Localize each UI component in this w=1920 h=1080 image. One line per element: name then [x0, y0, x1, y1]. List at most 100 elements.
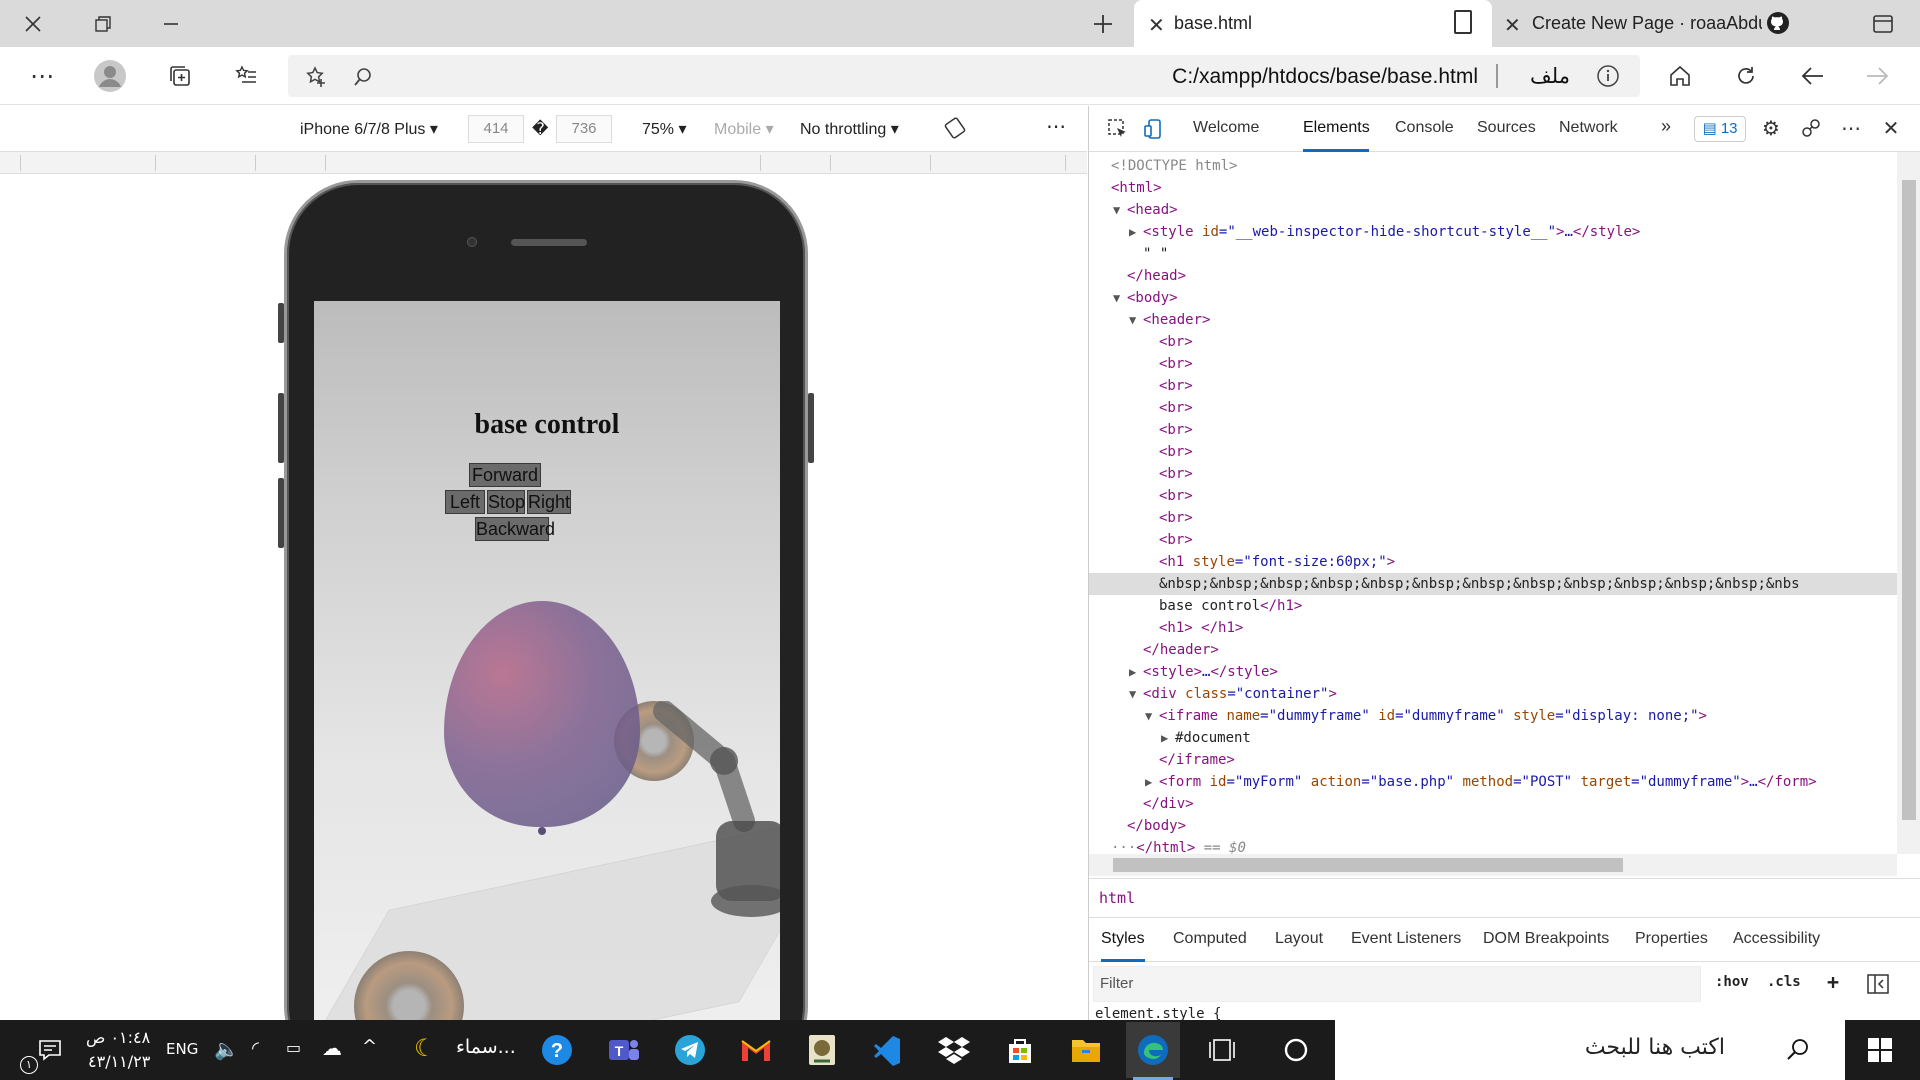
- home-icon[interactable]: [1660, 56, 1700, 96]
- expand-node-icon[interactable]: ▶: [1145, 771, 1152, 793]
- expand-node-icon[interactable]: ▶: [1129, 661, 1136, 683]
- more-tabs-icon[interactable]: »: [1661, 116, 1671, 137]
- close-window-icon[interactable]: [10, 0, 56, 47]
- toggle-sidebar-icon[interactable]: [1867, 974, 1889, 994]
- stop-button[interactable]: Stop: [487, 490, 525, 514]
- tab-properties[interactable]: Properties: [1635, 930, 1708, 948]
- tab-create-new-page[interactable]: ✕ Create New Page · roaaAbdullah: [1496, 0, 1796, 47]
- height-input[interactable]: 736: [556, 115, 612, 143]
- tab-network[interactable]: Network: [1559, 119, 1618, 137]
- cortana-icon[interactable]: [1276, 1030, 1316, 1070]
- onedrive-icon[interactable]: ☁: [322, 1036, 342, 1060]
- search-page-icon[interactable]: [352, 66, 374, 88]
- weather-label[interactable]: سماء...: [456, 1036, 516, 1058]
- collapse-node-icon[interactable]: ▼: [1145, 705, 1152, 727]
- taskbar-search-box[interactable]: اكتب هنا للبحث: [1335, 1020, 1845, 1080]
- file-explorer-icon[interactable]: [1066, 1030, 1106, 1070]
- tab-dom-breakpoints[interactable]: DOM Breakpoints: [1483, 930, 1609, 948]
- connect-device-icon[interactable]: [1799, 116, 1823, 140]
- help-app-icon[interactable]: ?: [537, 1030, 577, 1070]
- clock-date[interactable]: ٤٣/١١/٢٣: [88, 1052, 150, 1071]
- tab-layout[interactable]: Layout: [1275, 930, 1323, 948]
- close-devtools-icon[interactable]: ✕: [1879, 116, 1903, 140]
- more-options-icon[interactable]: ⋯: [22, 56, 62, 96]
- collections-icon[interactable]: [160, 56, 200, 96]
- tab-elements[interactable]: Elements: [1303, 119, 1370, 137]
- profile-avatar-icon[interactable]: [90, 56, 130, 96]
- battery-icon[interactable]: ▭: [286, 1038, 301, 1057]
- collapse-node-icon[interactable]: ▼: [1113, 199, 1120, 221]
- settings-gear-icon[interactable]: ⚙: [1759, 116, 1783, 140]
- devtools-more-icon[interactable]: ⋯: [1839, 116, 1863, 140]
- tab-console[interactable]: Console: [1395, 119, 1454, 137]
- inspect-element-icon[interactable]: [1107, 118, 1129, 140]
- device-select[interactable]: iPhone 6/7/8 Plus ▾: [300, 119, 438, 139]
- forward-icon[interactable]: [1858, 56, 1898, 96]
- right-button[interactable]: Right: [527, 490, 571, 514]
- restore-window-icon[interactable]: [80, 0, 126, 47]
- issues-badge[interactable]: ▤ 13: [1694, 116, 1746, 142]
- collapse-node-icon[interactable]: ▼: [1129, 683, 1136, 705]
- styles-filter-input[interactable]: Filter: [1093, 966, 1701, 1002]
- tab-base-html[interactable]: ✕ base.html: [1134, 0, 1492, 47]
- close-tab-icon[interactable]: ✕: [1504, 13, 1521, 38]
- tab-computed[interactable]: Computed: [1173, 930, 1247, 948]
- volume-icon[interactable]: 🔈: [214, 1037, 239, 1061]
- site-info-icon[interactable]: [1596, 64, 1620, 88]
- tab-event-listeners[interactable]: Event Listeners: [1351, 930, 1461, 948]
- show-hidden-icons-chevron-icon[interactable]: ^: [362, 1036, 377, 1057]
- new-tab-icon[interactable]: [1080, 0, 1126, 47]
- dom-horizontal-scrollbar[interactable]: [1089, 854, 1897, 876]
- microsoft-store-icon[interactable]: [1000, 1030, 1040, 1070]
- windows-start-icon[interactable]: [1860, 1030, 1900, 1070]
- device-type-select[interactable]: Mobile ▾: [714, 119, 774, 139]
- device-more-icon[interactable]: ⋯: [1046, 114, 1066, 139]
- tab-styles[interactable]: Styles: [1101, 930, 1145, 948]
- minimize-window-icon[interactable]: [148, 0, 194, 47]
- collapse-node-icon[interactable]: ▼: [1113, 287, 1120, 309]
- back-icon[interactable]: [1792, 56, 1832, 96]
- refresh-icon[interactable]: [1726, 56, 1766, 96]
- expand-node-icon[interactable]: ▶: [1161, 727, 1168, 749]
- scroll-thumb[interactable]: [1902, 180, 1916, 820]
- tab-welcome[interactable]: Welcome: [1193, 119, 1259, 137]
- teams-icon[interactable]: T: [604, 1030, 644, 1070]
- left-button[interactable]: Left: [445, 490, 485, 514]
- telegram-icon[interactable]: [670, 1030, 710, 1070]
- device-emulation-icon[interactable]: [1143, 118, 1165, 140]
- dom-vertical-scrollbar[interactable]: [1897, 152, 1920, 854]
- rotate-icon[interactable]: [944, 117, 966, 139]
- address-bar[interactable]: C:/xampp/htdocs/base/base.html ملف: [288, 55, 1640, 97]
- hover-state-toggle[interactable]: :hov: [1715, 974, 1749, 990]
- backward-button[interactable]: Backward: [475, 517, 555, 541]
- close-tab-icon[interactable]: ✕: [1148, 13, 1165, 38]
- gmail-icon[interactable]: [736, 1030, 776, 1070]
- collapse-node-icon[interactable]: ▼: [1129, 309, 1136, 331]
- dom-tree[interactable]: <!DOCTYPE html> <html> ▼ <head> ▶ <style id="…: [1089, 152, 1897, 950]
- tab-actions-icon[interactable]: [1860, 0, 1906, 47]
- favorites-icon[interactable]: [226, 56, 266, 96]
- network-icon[interactable]: ◜: [252, 1038, 259, 1059]
- clock-time[interactable]: ٠١:٤٨ ص: [86, 1028, 150, 1047]
- app-emblem-icon[interactable]: [802, 1030, 842, 1070]
- tab-sources[interactable]: Sources: [1477, 119, 1536, 137]
- dropbox-icon[interactable]: [934, 1030, 974, 1070]
- throttling-select[interactable]: No throttling ▾: [800, 119, 899, 139]
- zoom-select[interactable]: 75% ▾: [642, 119, 687, 139]
- width-input[interactable]: 414: [468, 115, 524, 143]
- task-view-icon[interactable]: [1202, 1030, 1242, 1070]
- dom-node-line[interactable]: &nbsp;&nbsp;&nbsp;&nbsp;&nbsp;&nbsp;&nbs…: [1089, 573, 1897, 595]
- forward-button[interactable]: Forward: [469, 463, 541, 487]
- breadcrumb-html[interactable]: html: [1099, 889, 1135, 907]
- expand-node-icon[interactable]: ▶: [1129, 221, 1136, 243]
- class-toggle[interactable]: .cls: [1767, 974, 1801, 990]
- weather-moon-icon[interactable]: ☾: [414, 1034, 436, 1062]
- url-text[interactable]: C:/xampp/htdocs/base/base.html: [1172, 65, 1478, 89]
- tab-accessibility[interactable]: Accessibility: [1733, 930, 1820, 948]
- new-style-rule-icon[interactable]: +: [1827, 970, 1839, 994]
- add-favorite-icon[interactable]: [304, 65, 328, 89]
- scroll-thumb[interactable]: [1113, 858, 1623, 872]
- visual-studio-code-icon[interactable]: [868, 1030, 908, 1070]
- input-language[interactable]: ENG: [166, 1040, 198, 1058]
- edge-icon[interactable]: [1126, 1022, 1180, 1078]
